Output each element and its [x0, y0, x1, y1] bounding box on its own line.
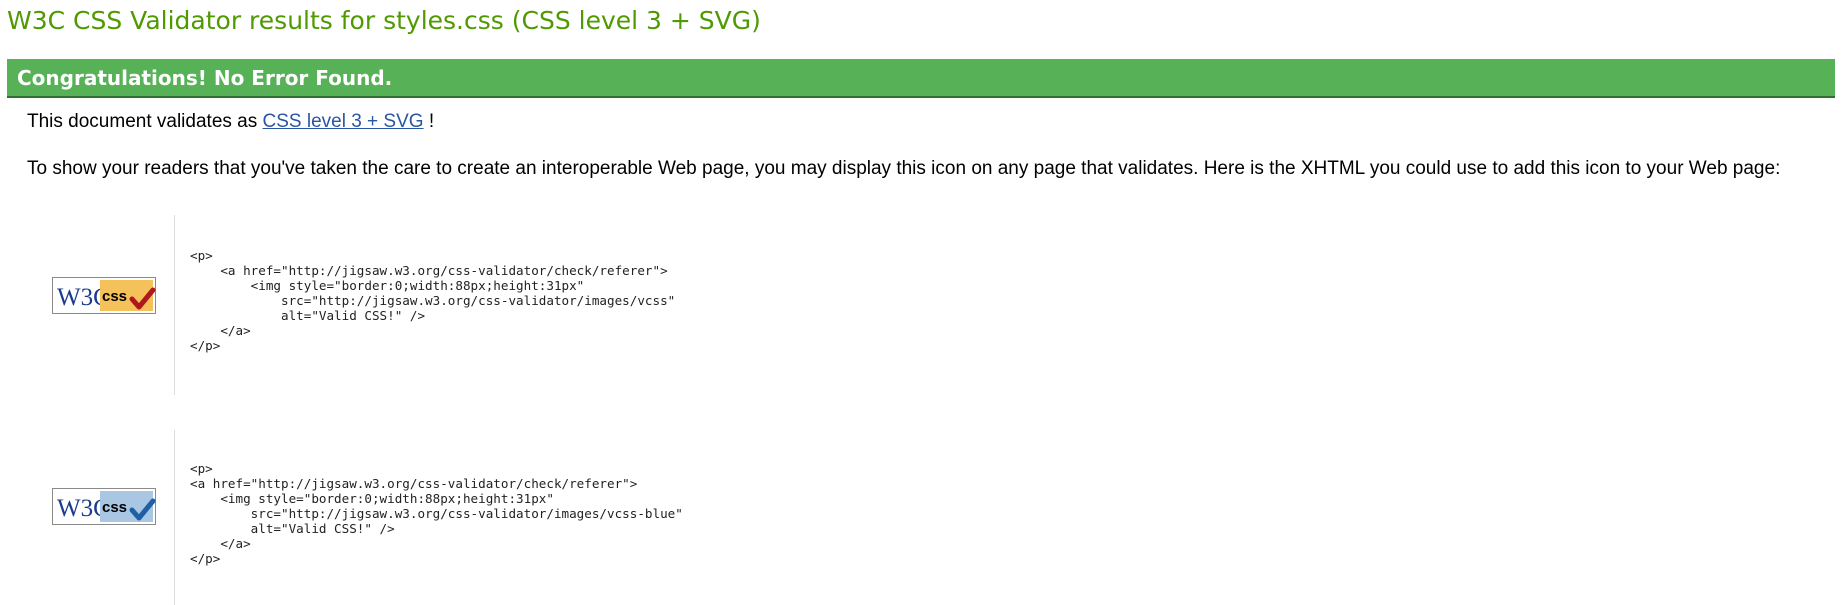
validation-suffix: ! [428, 111, 435, 132]
code-divider [174, 215, 175, 395]
validation-prefix: This document validates as [27, 111, 258, 132]
success-banner: Congratulations! No Error Found. [7, 59, 1835, 98]
badge-code-snippet: <p> <a href="http://jigsaw.w3.org/css-va… [190, 461, 683, 566]
css-profile-link[interactable]: CSS level 3 + SVG [263, 111, 424, 132]
css-validator-gold-icon: W3C css [52, 277, 156, 314]
success-message: Congratulations! No Error Found. [17, 66, 393, 90]
icon-instructions: To show your readers that you've taken t… [27, 158, 1781, 179]
badge-css-text: css [102, 499, 127, 516]
valid-css-badge-blue[interactable]: W3C css [52, 488, 156, 525]
badge-code-snippet: <p> <a href="http://jigsaw.w3.org/css-va… [190, 248, 676, 353]
page-title: W3C CSS Validator results for styles.css… [7, 6, 761, 35]
badge-css-text: css [102, 288, 127, 305]
code-divider [174, 430, 175, 605]
css-validator-blue-icon: W3C css [52, 488, 156, 525]
validation-statement: This document validates as CSS level 3 +… [27, 110, 434, 134]
valid-css-badge-gold[interactable]: W3C css [52, 277, 156, 314]
